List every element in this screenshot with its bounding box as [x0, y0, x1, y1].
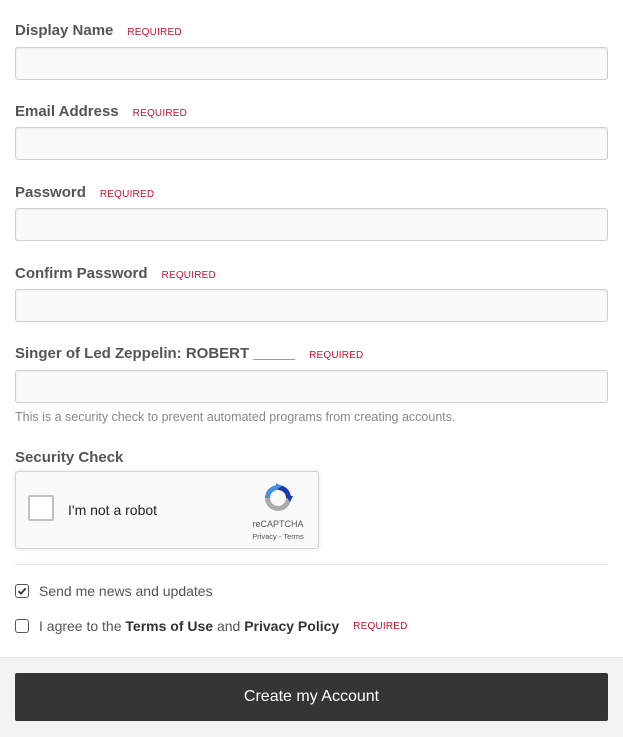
newsletter-checkbox[interactable]: [15, 584, 29, 598]
newsletter-row[interactable]: Send me news and updates: [15, 583, 213, 599]
terms-link[interactable]: Terms of Use: [125, 618, 213, 634]
divider: [15, 564, 608, 565]
required-badge: REQUIRED: [132, 108, 188, 119]
security-check-label-row: Security Check: [15, 449, 123, 466]
password-label-row: Password REQUIRED: [15, 184, 154, 201]
email-label: Email Address: [15, 103, 119, 120]
security-question-label-row: Singer of Led Zeppelin: ROBERT _____ REQ…: [15, 345, 363, 362]
confirm-password-label: Confirm Password: [15, 265, 148, 282]
email-input[interactable]: [15, 127, 608, 160]
privacy-link[interactable]: Privacy Policy: [244, 618, 339, 634]
password-input[interactable]: [15, 208, 608, 241]
recaptcha-brand: reCAPTCHA: [252, 519, 304, 529]
recaptcha-links[interactable]: Privacy - Terms: [244, 532, 312, 541]
email-label-row: Email Address REQUIRED: [15, 103, 187, 120]
security-question-label: Singer of Led Zeppelin: ROBERT _____: [15, 345, 296, 362]
agree-checkbox[interactable]: [15, 619, 29, 633]
security-check-label: Security Check: [15, 449, 124, 466]
create-account-button[interactable]: Create my Account: [15, 673, 608, 721]
recaptcha-text: I'm not a robot: [68, 502, 158, 518]
recaptcha-checkbox[interactable]: [28, 495, 54, 521]
required-badge: REQUIRED: [99, 189, 155, 200]
security-help-text: This is a security check to prevent auto…: [15, 410, 456, 424]
agree-row[interactable]: I agree to the Terms of Use and Privacy …: [15, 618, 408, 634]
agree-and: and: [216, 618, 241, 634]
recaptcha-logo-icon: [265, 483, 293, 511]
newsletter-label: Send me news and updates: [39, 583, 213, 599]
recaptcha-widget: I'm not a robot reCAPTCHA Privacy - Term…: [15, 471, 319, 549]
confirm-password-input[interactable]: [15, 289, 608, 322]
display-name-input[interactable]: [15, 47, 608, 80]
required-badge: REQUIRED: [161, 270, 216, 281]
display-name-label: Display Name: [15, 22, 114, 39]
agree-prefix: I agree to the: [39, 618, 122, 634]
required-badge: REQUIRED: [127, 27, 182, 38]
security-question-input[interactable]: [15, 370, 608, 403]
password-label: Password: [15, 184, 86, 201]
confirm-password-label-row: Confirm Password REQUIRED: [15, 265, 216, 282]
display-name-label-row: Display Name REQUIRED: [15, 22, 182, 39]
required-badge: REQUIRED: [353, 620, 408, 632]
checkmark-icon: [17, 587, 27, 595]
required-badge: REQUIRED: [309, 350, 364, 361]
